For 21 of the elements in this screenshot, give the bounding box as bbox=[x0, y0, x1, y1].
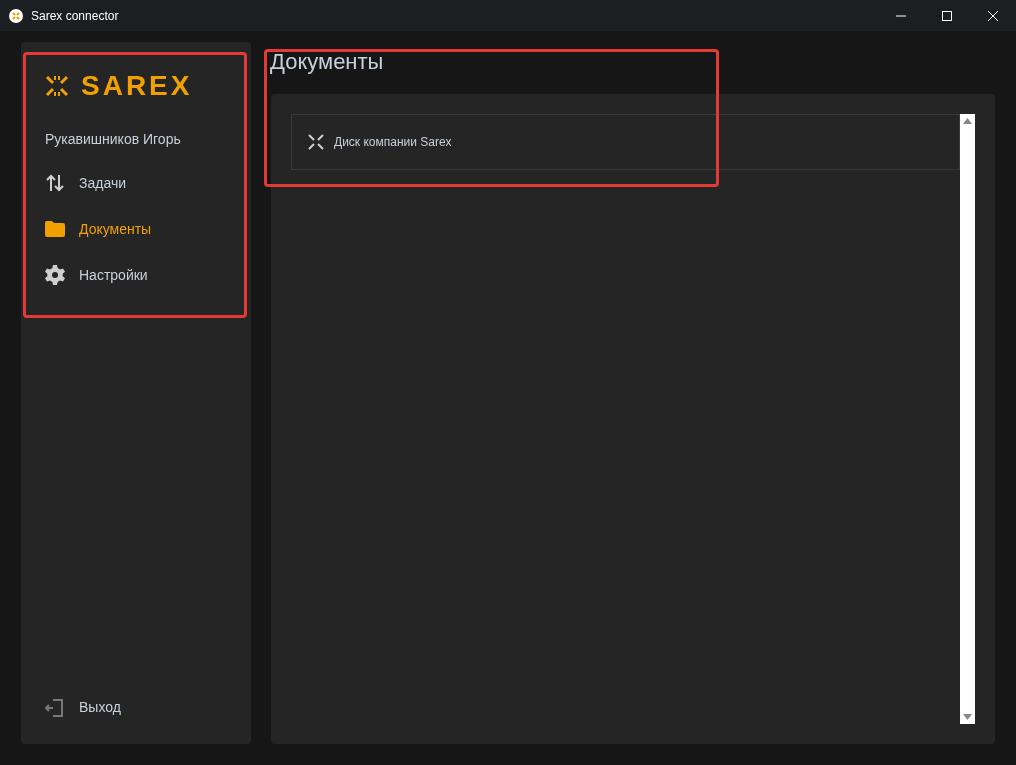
scroll-up-icon bbox=[963, 118, 972, 124]
up-down-arrows-icon bbox=[45, 174, 65, 192]
page-heading: Документы bbox=[270, 48, 385, 76]
maximize-icon bbox=[942, 10, 952, 21]
close-icon bbox=[988, 10, 998, 21]
drive-icon bbox=[308, 134, 324, 150]
scroll-down-icon bbox=[963, 714, 972, 720]
folder-icon bbox=[45, 221, 65, 237]
logout-icon bbox=[45, 698, 65, 717]
nav-item[interactable]: Настройки bbox=[45, 262, 227, 288]
logo-icon bbox=[45, 75, 69, 97]
drive-item[interactable]: Диск компании Sarex bbox=[291, 114, 960, 170]
logout-button[interactable]: Выход bbox=[45, 697, 227, 718]
nav-item[interactable]: Документы bbox=[45, 216, 227, 242]
logo-text: SAREX bbox=[81, 72, 193, 100]
user-name: Рукавишников Игорь bbox=[45, 130, 182, 149]
nav-item[interactable]: Задачи bbox=[45, 170, 227, 196]
scrollbar[interactable] bbox=[960, 114, 975, 724]
window-title: Sarex connector bbox=[31, 7, 119, 25]
app-icon bbox=[9, 8, 23, 23]
gear-icon bbox=[45, 265, 65, 285]
